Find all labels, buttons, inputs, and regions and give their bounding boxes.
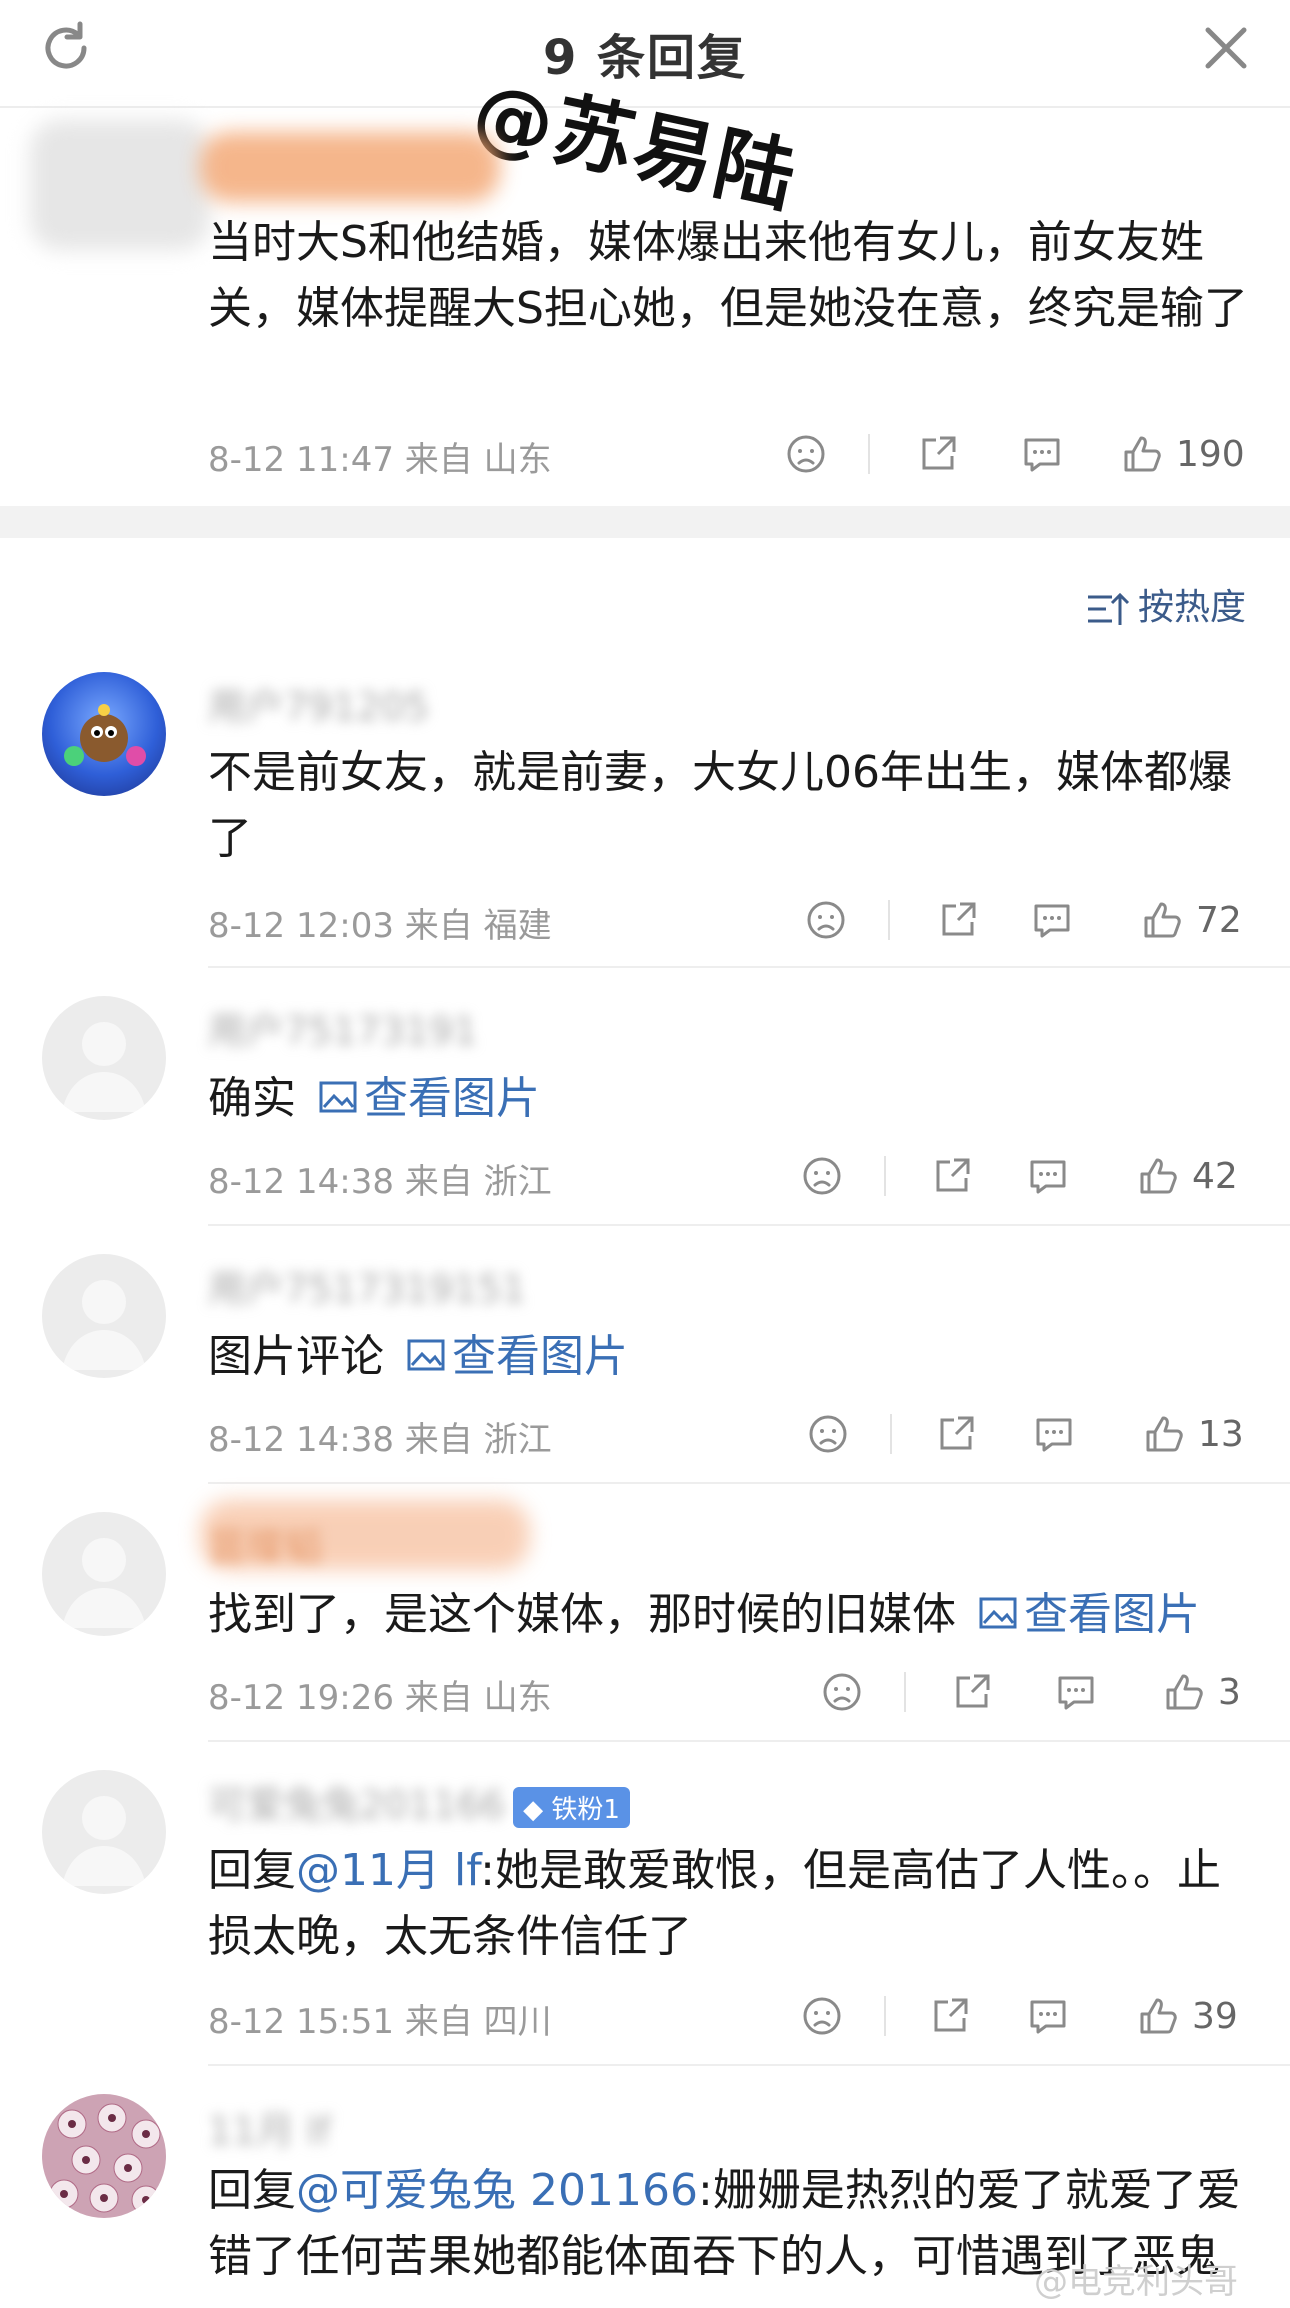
share-icon[interactable] (934, 1404, 978, 1464)
divider (208, 1482, 1290, 1484)
reply-text-content: 图片评论 (208, 1331, 384, 1382)
like-button[interactable]: 190 (1120, 424, 1245, 484)
comment-icon[interactable] (1026, 1146, 1070, 1206)
section-divider (0, 506, 1290, 538)
reply-text: 回复@11月 lf:她是敢爱敢恨，但是高估了人性。。止损太晚，太无条件信任了 (208, 1838, 1248, 1970)
like-button[interactable]: 39 (1136, 1986, 1238, 2046)
sort-by-hot-button[interactable]: 按热度 (1086, 578, 1246, 630)
close-icon[interactable] (1196, 18, 1256, 78)
reply-text: 图片评论 查看图片 (208, 1324, 1248, 1390)
username[interactable]: 昙璨韬 (208, 1516, 322, 1571)
sort-icon (1088, 592, 1130, 625)
view-image-link[interactable]: 查看图片 (970, 1589, 1200, 1640)
reply-meta: 8-12 14:38 来自 浙江 (208, 1162, 552, 1202)
reply-text: 确实 查看图片 (208, 1066, 1248, 1132)
like-button[interactable]: 3 (1162, 1662, 1241, 1722)
dislike-icon[interactable] (800, 1986, 844, 2046)
username[interactable]: 11月 lf (208, 2100, 330, 2155)
share-icon[interactable] (930, 1146, 974, 1206)
dislike-icon[interactable] (806, 1404, 850, 1464)
reply-actions: 13 (796, 1404, 1250, 1464)
dislike-icon[interactable] (820, 1662, 864, 1722)
like-count: 190 (1176, 433, 1245, 475)
reply-actions: 39 (790, 1986, 1250, 2046)
like-count: 42 (1192, 1155, 1238, 1197)
reply-meta: 8-12 12:03 来自 福建 (208, 906, 552, 946)
reply-text-content: 确实 (208, 1073, 296, 1124)
comment-icon[interactable] (1030, 890, 1074, 950)
comment-icon[interactable] (1026, 1986, 1070, 2046)
reply-text: 不是前女友，就是前妻，大女儿06年出生，媒体都爆了 (208, 747, 1232, 864)
dislike-icon[interactable] (784, 424, 828, 484)
comment-icon[interactable] (1020, 424, 1064, 484)
view-image-link[interactable]: 查看图片 (398, 1331, 628, 1382)
reply-prefix: 回复 (208, 2165, 296, 2216)
page-title: 9 条回复 (542, 30, 748, 86)
avatar[interactable] (42, 1512, 166, 1636)
avatar[interactable] (42, 996, 166, 1120)
divider (208, 2064, 1290, 2066)
blurred-username (200, 132, 500, 202)
image-icon (979, 1597, 1017, 1629)
share-icon[interactable] (928, 1986, 972, 2046)
like-count: 3 (1218, 1671, 1241, 1713)
dislike-icon[interactable] (800, 1146, 844, 1206)
weibo-watermark: @电竞利头哥 (1034, 2262, 1238, 2302)
comment-icon[interactable] (1032, 1404, 1076, 1464)
like-count: 13 (1198, 1413, 1244, 1455)
image-icon (319, 1081, 357, 1113)
avatar[interactable] (42, 672, 166, 796)
fan-badge: ◆ 铁粉1 (513, 1787, 630, 1828)
username[interactable]: 用户75173191 (208, 1000, 477, 1055)
blurred-author (30, 120, 210, 250)
like-button[interactable]: 13 (1142, 1404, 1244, 1464)
main-comment-text: 当时大S和他结婚，媒体爆出来他有女儿，前女友姓关，媒体提醒大S担心她，但是她没在… (208, 217, 1248, 334)
reply-text: 找到了，是这个媒体，那时候的旧媒体 查看图片 (208, 1582, 1248, 1648)
username[interactable]: 用户7517319151 (208, 1258, 526, 1313)
like-count: 72 (1196, 899, 1242, 941)
image-icon (407, 1339, 445, 1371)
avatar[interactable] (42, 1770, 166, 1894)
reply-meta: 8-12 15:51 来自 四川 (208, 2002, 552, 2042)
main-comment-actions: 190 (770, 424, 1250, 484)
divider (208, 1740, 1290, 1742)
reply-actions: 42 (790, 1146, 1250, 1206)
mention-link[interactable]: @11月 lf (296, 1845, 480, 1896)
reply-meta: 8-12 14:38 来自 浙江 (208, 1420, 552, 1460)
comment-icon[interactable] (1054, 1662, 1098, 1722)
sort-label: 按热度 (1138, 587, 1247, 628)
reply-actions: 3 (810, 1662, 1250, 1722)
view-image-link[interactable]: 查看图片 (310, 1073, 540, 1124)
share-icon[interactable] (916, 424, 960, 484)
like-button[interactable]: 72 (1140, 890, 1242, 950)
reply-actions: 72 (790, 890, 1250, 950)
divider (208, 966, 1290, 968)
reply-prefix: 回复 (208, 1845, 296, 1896)
reply-meta: 8-12 19:26 来自 山东 (208, 1678, 552, 1718)
avatar[interactable] (42, 2094, 166, 2218)
divider (208, 1224, 1290, 1226)
username[interactable]: 可爱兔兔201166 ◆ 铁粉1 (208, 1774, 630, 1829)
dislike-icon[interactable] (804, 890, 848, 950)
main-comment-meta: 8-12 11:47 来自 山东 (208, 440, 552, 480)
share-icon[interactable] (950, 1662, 994, 1722)
username[interactable]: 用户791205 (208, 676, 429, 731)
like-button[interactable]: 42 (1136, 1146, 1238, 1206)
share-icon[interactable] (936, 890, 980, 950)
avatar[interactable] (42, 1254, 166, 1378)
mention-link[interactable]: @可爱兔兔 201166 (296, 2165, 698, 2216)
like-count: 39 (1192, 1995, 1238, 2037)
reply-text-content: 找到了，是这个媒体，那时候的旧媒体 (208, 1589, 956, 1640)
